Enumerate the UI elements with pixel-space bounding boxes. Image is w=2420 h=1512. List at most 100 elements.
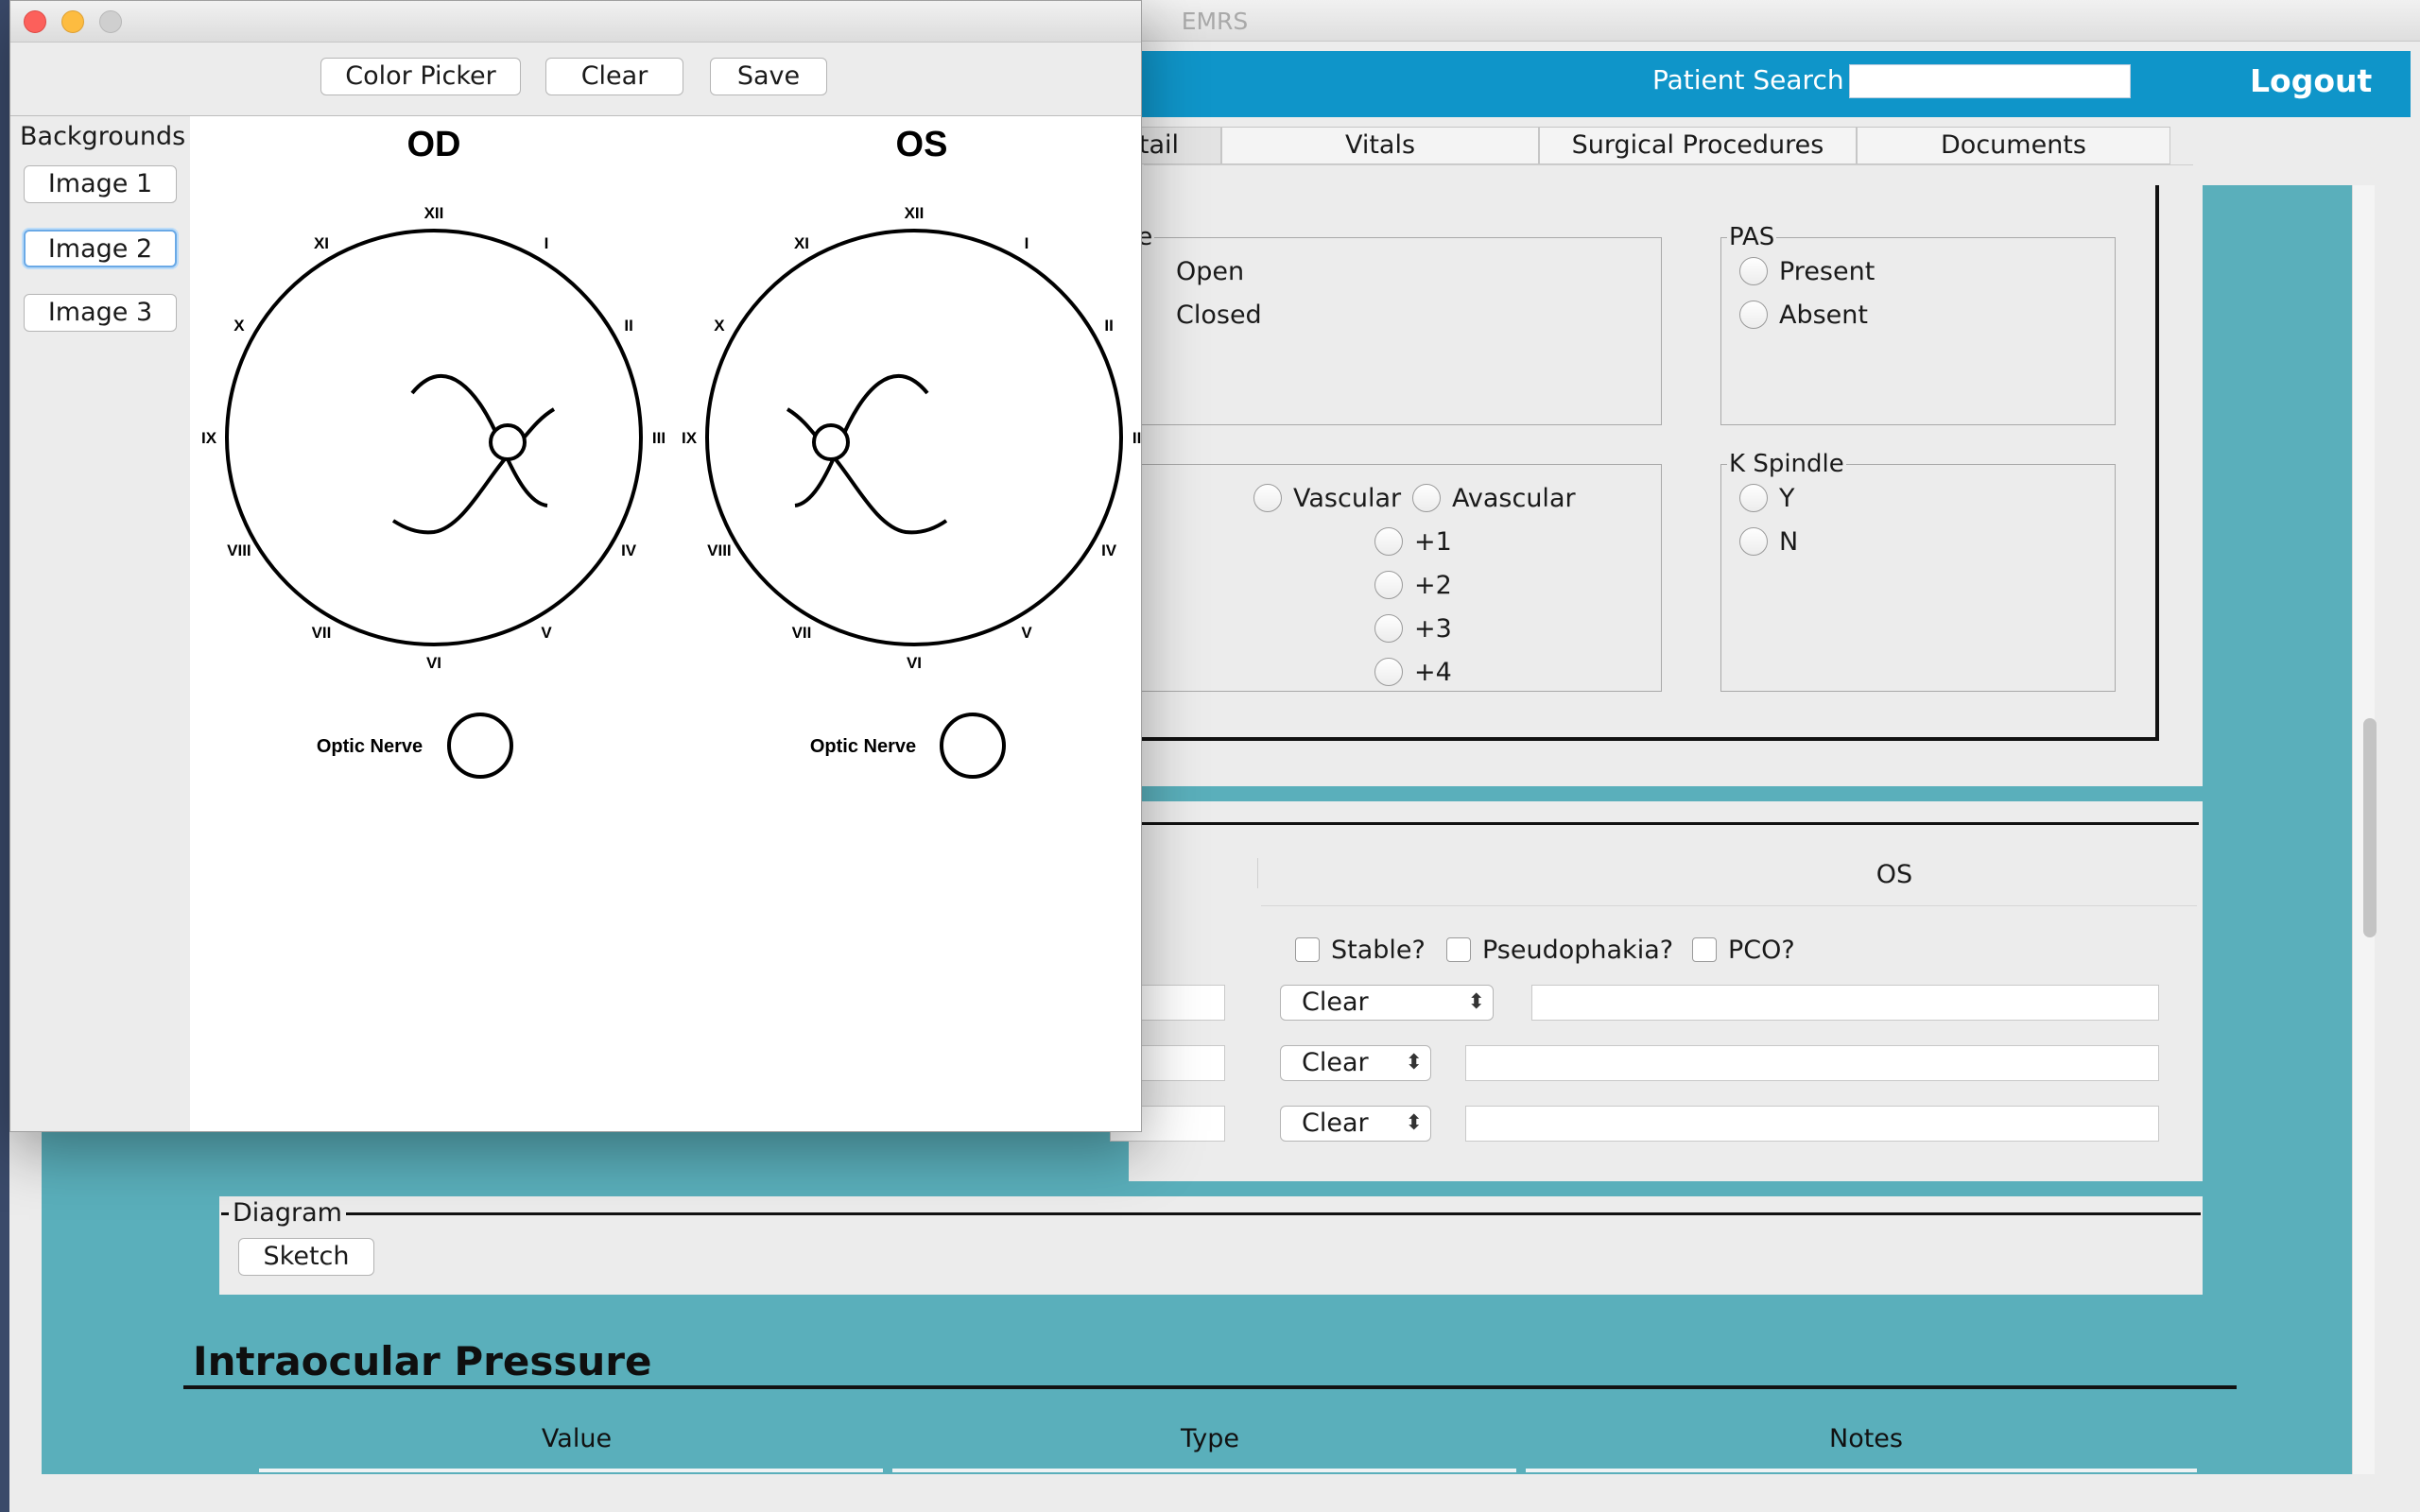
os-angle-circle bbox=[705, 229, 1123, 646]
os-lens-select-2[interactable]: Clear ⬍ bbox=[1280, 1045, 1431, 1081]
pseudophakia-label: Pseudophakia? bbox=[1482, 936, 1674, 965]
od-clock-label: XII bbox=[424, 204, 444, 222]
sketch-button[interactable]: Sketch bbox=[238, 1238, 374, 1276]
updown-arrows-icon: ⬍ bbox=[1405, 1051, 1423, 1074]
os-lens-select-2-value: Clear bbox=[1302, 1048, 1369, 1077]
od-clock-label: II bbox=[624, 317, 632, 335]
pas-absent-radio[interactable] bbox=[1739, 301, 1768, 329]
web-avascular-label: Avascular bbox=[1452, 484, 1576, 513]
os-lens-select-1[interactable]: Clear ⬍ bbox=[1280, 985, 1494, 1021]
od-clock-label: X bbox=[233, 317, 245, 335]
pas-present-label: Present bbox=[1779, 257, 1876, 286]
pco-label: PCO? bbox=[1728, 936, 1795, 965]
color-picker-button[interactable]: Color Picker bbox=[320, 58, 521, 95]
od-clock-label: VII bbox=[312, 624, 332, 642]
os-lens-note-1[interactable] bbox=[1531, 985, 2159, 1021]
os-eye-diagram: OS XIIIIIIIIIVVVIVIIVIIIIXXXI Optic Nerv… bbox=[682, 125, 1141, 779]
web-plus4-label: +4 bbox=[1414, 658, 1452, 687]
od-clock-label: III bbox=[652, 429, 666, 447]
web-vascular-radio[interactable] bbox=[1253, 484, 1282, 512]
web-plus2-radio[interactable] bbox=[1374, 571, 1403, 599]
os-clock-label: VI bbox=[907, 654, 922, 672]
sketch-toolbar: Color Picker Clear Save bbox=[10, 43, 1141, 116]
close-window-icon[interactable] bbox=[24, 10, 46, 33]
iop-rule bbox=[183, 1385, 2237, 1389]
minimize-window-icon[interactable] bbox=[61, 10, 84, 33]
os-header-rule bbox=[1261, 905, 2197, 906]
os-clock-label: VIII bbox=[707, 541, 732, 559]
diagram-rule bbox=[221, 1212, 2201, 1215]
os-lens-select-3-value: Clear bbox=[1302, 1108, 1369, 1138]
tab-vitals[interactable]: Vitals bbox=[1221, 127, 1539, 164]
iop-value-field[interactable] bbox=[259, 1469, 883, 1472]
os-lens-note-3[interactable] bbox=[1465, 1106, 2159, 1142]
clear-button[interactable]: Clear bbox=[545, 58, 683, 95]
backgrounds-panel: Backgrounds Image 1 Image 2 Image 3 bbox=[10, 116, 190, 1131]
pco-checkbox[interactable] bbox=[1692, 937, 1717, 962]
web-plus1-radio[interactable] bbox=[1374, 527, 1403, 556]
pas-absent-label: Absent bbox=[1779, 301, 1868, 330]
os-column-header: OS bbox=[1876, 860, 1913, 889]
web-plus1-label: +1 bbox=[1414, 527, 1452, 557]
od-clock-label: IX bbox=[201, 429, 217, 447]
stable-label: Stable? bbox=[1331, 936, 1426, 965]
logout-button[interactable]: Logout bbox=[2250, 62, 2372, 99]
od-clock-label: I bbox=[544, 234, 549, 252]
iop-column-type: Type bbox=[1180, 1424, 1239, 1453]
os-lens-select-3[interactable]: Clear ⬍ bbox=[1280, 1106, 1431, 1142]
k-spindle-n-radio[interactable] bbox=[1739, 527, 1768, 556]
k-spindle-y-label: Y bbox=[1779, 484, 1795, 513]
background-image-3-button[interactable]: Image 3 bbox=[24, 294, 177, 332]
sketch-window: Color Picker Clear Save Backgrounds Imag… bbox=[9, 0, 1142, 1132]
od-clock-label: XI bbox=[314, 234, 329, 252]
backgrounds-label: Backgrounds bbox=[20, 122, 186, 151]
tab-underline bbox=[1144, 164, 2193, 185]
sketch-titlebar bbox=[10, 1, 1141, 43]
background-image-1-button[interactable]: Image 1 bbox=[24, 165, 177, 203]
os-optic-nerve-circle bbox=[940, 713, 1006, 779]
iop-type-field[interactable] bbox=[892, 1469, 1516, 1472]
od-eye-diagram: OD XIIIIIIIIIVVVIVIIVIIIIXXXI Optic Nerv… bbox=[201, 125, 666, 779]
angle-closed-label: Closed bbox=[1176, 301, 1262, 330]
column-divider bbox=[1257, 858, 1258, 888]
iop-column-notes: Notes bbox=[1829, 1424, 1903, 1453]
od-iris-sketch bbox=[391, 373, 556, 535]
sketch-canvas[interactable]: OD XII I II III IV V VI VII VIII IX X XI Optic Nerv… bbox=[190, 116, 1141, 1131]
os-lens-note-2[interactable] bbox=[1465, 1045, 2159, 1081]
os-iris-sketch bbox=[786, 373, 948, 535]
od-clock-label: V bbox=[541, 624, 552, 642]
lens-section-rule bbox=[1129, 822, 2199, 825]
os-lens-select-1-value: Clear bbox=[1302, 988, 1369, 1017]
web-plus3-radio[interactable] bbox=[1374, 614, 1403, 643]
os-clock-label: VII bbox=[792, 624, 812, 642]
updown-arrows-icon: ⬍ bbox=[1405, 1111, 1423, 1135]
stable-checkbox[interactable] bbox=[1295, 937, 1320, 962]
iop-notes-field[interactable] bbox=[1526, 1469, 2197, 1472]
gonioscopy-diagram: OD XIIIIIIIIIVVVIVIIVIIIIXXXI Optic Nerv… bbox=[201, 125, 1141, 779]
k-spindle-y-radio[interactable] bbox=[1739, 484, 1768, 512]
os-clock-label: XII bbox=[905, 204, 925, 222]
scrollbar-thumb[interactable] bbox=[2363, 718, 2377, 937]
patient-search-input[interactable] bbox=[1849, 64, 2131, 98]
background-image-2-button[interactable]: Image 2 bbox=[24, 230, 177, 267]
iop-column-value: Value bbox=[541, 1424, 613, 1453]
updown-arrows-icon: ⬍ bbox=[1467, 990, 1485, 1014]
pas-legend: PAS bbox=[1729, 223, 1775, 251]
zoom-window-icon[interactable] bbox=[99, 10, 122, 33]
save-button[interactable]: Save bbox=[710, 58, 827, 95]
od-title: OD bbox=[407, 125, 461, 164]
tab-surgical-procedures[interactable]: Surgical Procedures bbox=[1539, 127, 1857, 164]
od-clock-label: VIII bbox=[227, 541, 251, 559]
lens-panel: OS Stable? Pseudophakia? PCO? Clear ⬍ Cle… bbox=[1110, 801, 2203, 1181]
od-optic-nerve-circle bbox=[447, 713, 513, 779]
pseudophakia-checkbox[interactable] bbox=[1446, 937, 1471, 962]
pas-present-radio[interactable] bbox=[1739, 257, 1768, 285]
web-plus4-radio[interactable] bbox=[1374, 658, 1403, 686]
od-clock-label: VI bbox=[426, 654, 441, 672]
tab-documents[interactable]: Documents bbox=[1857, 127, 2170, 164]
k-spindle-n-label: N bbox=[1779, 527, 1799, 557]
web-plus3-label: +3 bbox=[1414, 614, 1452, 644]
web-avascular-radio[interactable] bbox=[1412, 484, 1441, 512]
os-title: OS bbox=[896, 125, 948, 164]
os-clock-label: XI bbox=[794, 234, 809, 252]
